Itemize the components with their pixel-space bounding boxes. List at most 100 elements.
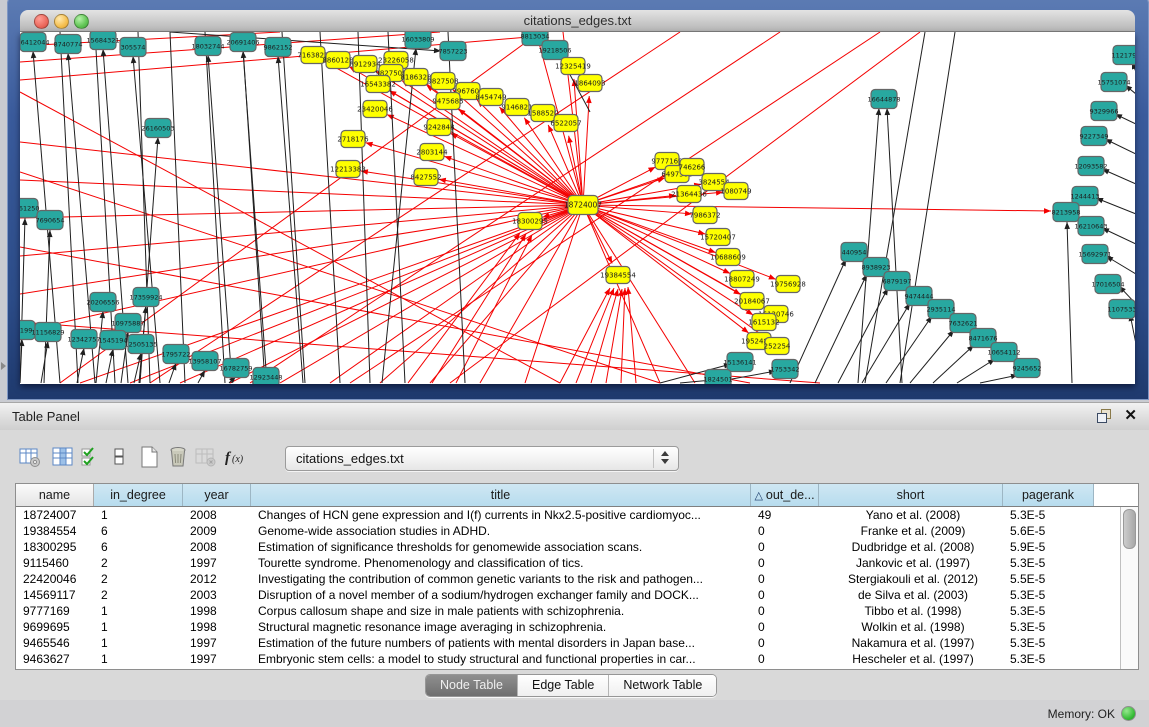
table-cell[interactable]: Estimation of the future numbers of pati… bbox=[251, 635, 751, 651]
graph-node[interactable]: 18032744 bbox=[191, 37, 224, 56]
graph-node[interactable]: 15692971 bbox=[1078, 245, 1111, 264]
table-cell[interactable]: 5.3E-5 bbox=[1003, 555, 1094, 571]
table-cell[interactable]: 0 bbox=[751, 523, 819, 539]
table-cell[interactable]: 2003 bbox=[183, 587, 251, 603]
graph-node[interactable]: 2718176 bbox=[337, 131, 369, 148]
table-cell[interactable]: 1 bbox=[94, 619, 183, 635]
table-cell[interactable]: Stergiakouli et al. (2012) bbox=[819, 571, 1003, 587]
graph-node[interactable]: 10975887 bbox=[111, 314, 144, 333]
graph-node[interactable]: 746266 bbox=[679, 159, 706, 176]
table-cell[interactable]: 6 bbox=[94, 539, 183, 555]
table-cell[interactable]: 0 bbox=[751, 651, 819, 667]
table-cell[interactable]: 5.3E-5 bbox=[1003, 507, 1094, 523]
graph-node[interactable]: 7857223 bbox=[439, 42, 468, 61]
table-cell[interactable]: 9463627 bbox=[16, 651, 94, 667]
table-cell[interactable]: 0 bbox=[751, 539, 819, 555]
table-cell[interactable]: 9115460 bbox=[16, 555, 94, 571]
graph-node[interactable]: 1107533 bbox=[1108, 300, 1135, 319]
graph-node[interactable]: 12505135 bbox=[124, 335, 157, 354]
graph-node[interactable]: 305574 bbox=[120, 38, 146, 57]
graph-node[interactable]: 11156829 bbox=[31, 323, 64, 342]
table-cell[interactable]: 0 bbox=[751, 603, 819, 619]
graph-node[interactable]: 2803144 bbox=[416, 144, 448, 161]
network-canvas[interactable]: 1664487811217971575107493299669227349120… bbox=[20, 32, 1135, 384]
table-row[interactable]: 2242004622012Investigating the contribut… bbox=[16, 571, 1121, 587]
splitter-arrow-icon[interactable] bbox=[1, 362, 6, 370]
window-titlebar[interactable]: citations_edges.txt bbox=[20, 10, 1135, 32]
table-cell[interactable]: 0 bbox=[751, 555, 819, 571]
graph-node[interactable]: 17359924 bbox=[129, 288, 162, 307]
table-cell[interactable]: 18300295 bbox=[16, 539, 94, 555]
graph-node[interactable]: 1795722 bbox=[162, 345, 191, 364]
table-cell[interactable]: 1997 bbox=[183, 555, 251, 571]
graph-node[interactable]: 16644878 bbox=[867, 90, 900, 109]
tab-node-table[interactable]: Node Table bbox=[426, 675, 518, 696]
table-cell[interactable]: 0 bbox=[751, 587, 819, 603]
tab-network-table[interactable]: Network Table bbox=[609, 675, 716, 696]
graph-node[interactable]: 9242848 bbox=[423, 119, 454, 136]
graph-node[interactable]: 9245652 bbox=[1013, 359, 1042, 378]
table-cell[interactable]: Embryonic stem cells: a model to study s… bbox=[251, 651, 751, 667]
table-cell[interactable]: 0 bbox=[751, 635, 819, 651]
graph-node[interactable]: 18724007 bbox=[564, 196, 602, 215]
memory-ok-indicator[interactable] bbox=[1121, 706, 1136, 721]
table-cell[interactable]: 22420046 bbox=[16, 571, 94, 587]
table-cell[interactable]: Dudbridge et al. (2008) bbox=[819, 539, 1003, 555]
function-builder-icon[interactable]: f(x) bbox=[222, 444, 249, 471]
table-cell[interactable]: Franke et al. (2009) bbox=[819, 523, 1003, 539]
table-row[interactable]: 969969511998Structural magnetic resonanc… bbox=[16, 619, 1121, 635]
table-cell[interactable]: 1 bbox=[94, 507, 183, 523]
graph-node[interactable]: 13958107 bbox=[188, 352, 221, 371]
table-cell[interactable]: 2009 bbox=[183, 523, 251, 539]
table-cell[interactable]: 1 bbox=[94, 603, 183, 619]
graph-node[interactable]: 15720407 bbox=[700, 229, 736, 246]
table-cell[interactable]: 18724007 bbox=[16, 507, 94, 523]
table-cell[interactable]: 0 bbox=[751, 571, 819, 587]
graph-node[interactable]: 20206556 bbox=[86, 293, 119, 312]
vertical-scrollbar[interactable] bbox=[1120, 507, 1138, 669]
table-cell[interactable]: 5.3E-5 bbox=[1003, 603, 1094, 619]
column-header-out_de[interactable]: △out_de... bbox=[751, 484, 819, 506]
column-header-pagerank[interactable]: pagerank bbox=[1003, 484, 1094, 506]
table-cell[interactable]: Hescheler et al. (1997) bbox=[819, 651, 1003, 667]
table-cell[interactable]: Corpus callosum shape and size in male p… bbox=[251, 603, 751, 619]
graph-node[interactable]: 8427552 bbox=[410, 169, 441, 186]
table-cell[interactable]: 2 bbox=[94, 555, 183, 571]
graph-node[interactable]: 20691406 bbox=[226, 33, 259, 52]
graph-node[interactable]: 9329966 bbox=[1090, 102, 1119, 121]
table-cell[interactable]: Nakamura et al. (1997) bbox=[819, 635, 1003, 651]
table-row[interactable]: 977716911998Corpus callosum shape and si… bbox=[16, 603, 1121, 619]
graph-node[interactable]: 16412044 bbox=[20, 33, 50, 52]
table-cell[interactable]: Structural magnetic resonance image aver… bbox=[251, 619, 751, 635]
table-cell[interactable]: Investigating the contribution of common… bbox=[251, 571, 751, 587]
graph-node[interactable]: 6522057 bbox=[550, 115, 581, 132]
show-columns-icon[interactable] bbox=[49, 444, 76, 471]
graph-node[interactable]: 1824501 bbox=[704, 370, 733, 385]
table-row[interactable]: 1830029562008Estimation of significance … bbox=[16, 539, 1121, 555]
graph-node[interactable]: 1864093 bbox=[574, 75, 605, 92]
table-cell[interactable]: Changes of HCN gene expression and I(f) … bbox=[251, 507, 751, 523]
table-cell[interactable]: 5.5E-5 bbox=[1003, 571, 1094, 587]
table-cell[interactable]: de Silva et al. (2003) bbox=[819, 587, 1003, 603]
graph-node[interactable]: 26160503 bbox=[141, 119, 174, 138]
table-cell[interactable]: 49 bbox=[751, 507, 819, 523]
graph-node[interactable]: 16782759 bbox=[219, 359, 252, 378]
table-cell[interactable]: 5.3E-5 bbox=[1003, 635, 1094, 651]
table-cell[interactable]: 1 bbox=[94, 635, 183, 651]
table-cell[interactable]: Tourette syndrome. Phenomenology and cla… bbox=[251, 555, 751, 571]
table-cell[interactable]: 1998 bbox=[183, 619, 251, 635]
graph-node[interactable]: 10688609 bbox=[710, 249, 746, 266]
table-cell[interactable]: 9465546 bbox=[16, 635, 94, 651]
table-cell[interactable]: 1997 bbox=[183, 651, 251, 667]
graph-node[interactable]: 1080749 bbox=[720, 183, 751, 200]
table-row[interactable]: 946554611997Estimation of the future num… bbox=[16, 635, 1121, 651]
float-panel-icon[interactable] bbox=[1097, 409, 1111, 423]
table-cell[interactable]: 0 bbox=[751, 619, 819, 635]
graph-node[interactable]: 9862152 bbox=[264, 38, 293, 57]
table-cell[interactable]: 5.3E-5 bbox=[1003, 587, 1094, 603]
scrollbar-thumb[interactable] bbox=[1123, 509, 1136, 549]
column-header-in_degree[interactable]: in_degree bbox=[94, 484, 183, 506]
graph-node[interactable]: 8740774 bbox=[54, 35, 83, 54]
table-cell[interactable]: Disruption of a novel member of a sodium… bbox=[251, 587, 751, 603]
table-cell[interactable]: 6 bbox=[94, 523, 183, 539]
